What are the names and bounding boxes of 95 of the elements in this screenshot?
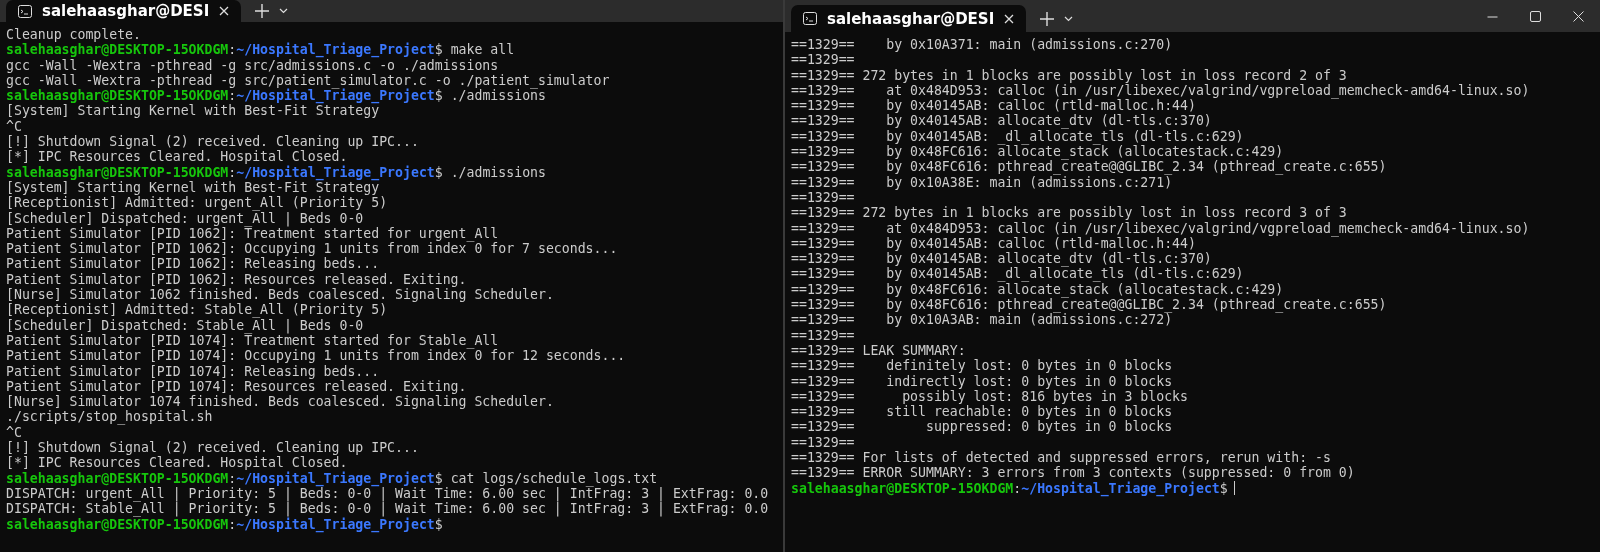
prompt-path: ~/Hospital_Triage_Project	[236, 88, 435, 104]
terminal-output-line: ==1329== by 0x40145AB: _dl_allocate_tls (dl-tls.c:629)	[791, 266, 1245, 282]
terminal-output-line: [Scheduler] Dispatched: Stable_All | Beds 0-0	[6, 317, 365, 333]
terminal-output-line: Patient Simulator [PID 1062]: Occupying 1 units from index 0 for 7 seconds...	[6, 241, 619, 257]
prompt-separator: :	[228, 516, 237, 532]
prompt-path: ~/Hospital_Triage_Project	[236, 42, 435, 58]
terminal-output-line: ==1329== For lists of detected and suppressed errors, rerun with: -s	[791, 450, 1332, 466]
terminal-output-line: ==1329== definitely lost: 0 bytes in 0 blocks	[791, 358, 1174, 374]
prompt-path: ~/Hospital_Triage_Project	[1021, 480, 1220, 496]
terminal-output-line: Patient Simulator [PID 1074]: Releasing beds...	[6, 363, 381, 379]
terminal-output-line: [Receptionist] Admitted: Stable_All (Priority 5)	[6, 302, 389, 318]
terminal-output-line: ==1329== by 0x10A371: main (admissions.c:270)	[791, 37, 1174, 53]
prompt-symbol: $	[434, 88, 443, 104]
terminal-icon	[803, 12, 817, 25]
prompt-separator: :	[228, 88, 237, 104]
terminal-output-line: [System] Starting Kernel with Best-Fit Strategy	[6, 103, 380, 119]
close-icon[interactable]	[1004, 13, 1015, 24]
terminal-output-line: ==1329== by 0x48FC616: pthread_create@@GLIBC_2.34 (pthread_create.c:655)	[791, 297, 1388, 313]
prompt-separator: :	[228, 470, 237, 486]
terminal-output-line: ==1329== ERROR SUMMARY: 3 errors from 3 contexts (suppressed: 0 from 0)	[791, 465, 1356, 481]
terminal-output-line: ==1329== suppressed: 0 bytes in 0 blocks	[791, 419, 1174, 435]
terminal-output-line: [Nurse] Simulator 1074 finished. Beds coalesced. Signaling Scheduler.	[6, 394, 555, 410]
terminal-output-line: [!] Shutdown Signal (2) received. Cleaning up IPC...	[6, 134, 420, 150]
tab-title: salehaasghar@DESI	[42, 2, 210, 20]
terminal-output-line: [Receptionist] Admitted: urgent_All (Priority 5)	[6, 195, 389, 211]
terminal-output-line: ==1329== by 0x40145AB: calloc (rtld-malloc.h:44)	[791, 98, 1196, 114]
close-icon[interactable]	[219, 6, 230, 16]
terminal-output-line: ==1329==	[791, 189, 856, 206]
prompt-separator: :	[228, 42, 237, 58]
terminal-output-line: ==1329== by 0x48FC616: allocate_stack (allocatestack.c:429)	[791, 281, 1285, 298]
terminal-output-line: Patient Simulator [PID 1074]: Occupying 1 units from index 0 for 12 seconds...	[6, 348, 627, 364]
command-text: ./admissions	[450, 88, 546, 104]
terminal-output-line: DISPATCH: Stable_All | Priority: 5 | Beds: 0-0 | Wait Time: 6.00 sec | IntFrag: 3 | ExtFrag: 0.0	[6, 501, 770, 517]
prompt-path: ~/Hospital_Triage_Project	[236, 470, 435, 486]
terminal-output-line: Patient Simulator [PID 1074]: Resources released. Exiting.	[6, 378, 468, 395]
terminal-output-line: ==1329==	[791, 434, 856, 450]
terminal-output-line: Patient Simulator [PID 1062]: Releasing beds...	[6, 256, 381, 272]
terminal-tab[interactable]: salehaasghar@DESI	[791, 5, 1027, 32]
command-text: cat logs/schedule_logs.txt	[450, 470, 658, 486]
terminal-output-line: ==1329== 272 bytes in 1 blocks are possibly lost in loss record 3 of 3	[791, 205, 1348, 221]
terminal-output-line: ==1329==	[791, 327, 856, 343]
terminal-tab[interactable]: salehaasghar@DESI	[6, 0, 242, 22]
terminal-output-line: ==1329== indirectly lost: 0 bytes in 0 blocks	[791, 373, 1174, 389]
prompt-user-host: salehaasghar@DESKTOP-15OKDGM	[791, 480, 1014, 496]
terminal-output-line: ==1329== by 0x48FC616: allocate_stack (allocatestack.c:429)	[791, 144, 1284, 160]
terminal-output-line: ==1329== by 0x10A3AB: main (admissions.c:272)	[791, 312, 1173, 328]
chevron-down-icon[interactable]	[1064, 15, 1074, 22]
terminal-output-line: [*] IPC Resources Cleared. Hospital Closed.	[6, 149, 349, 165]
prompt-symbol: $	[434, 42, 443, 58]
terminal-output-line: [!] Shutdown Signal (2) received. Cleaning up IPC...	[6, 440, 420, 456]
terminal-output-line: ==1329== by 0x40145AB: allocate_dtv (dl-tls.c:370)	[791, 251, 1212, 267]
prompt-symbol: $	[434, 164, 443, 180]
terminal-output-line: [Scheduler] Dispatched: urgent_All | Beds 0-0	[6, 210, 365, 226]
terminal-output-line: [Nurse] Simulator 1062 finished. Beds coalesced. Signaling Scheduler.	[6, 287, 555, 303]
terminal-output-line: ==1329== possibly lost: 816 bytes in 3 blocks	[791, 388, 1189, 405]
prompt-user-host: salehaasghar@DESKTOP-15OKDGM	[6, 164, 229, 180]
prompt-user-host: salehaasghar@DESKTOP-15OKDGM	[6, 42, 229, 58]
terminal-output-line: Cleanup complete.	[6, 27, 142, 43]
terminal-output-line: ==1329== still reachable: 0 bytes in 0 blocks	[791, 404, 1174, 420]
terminal-output-line: ==1329== by 0x10A38E: main (admissions.c:271)	[791, 174, 1173, 190]
terminal-output-line: ==1329== by 0x48FC616: pthread_create@@GLIBC_2.34 (pthread_create.c:655)	[791, 159, 1388, 175]
prompt-user-host: salehaasghar@DESKTOP-15OKDGM	[6, 470, 229, 486]
terminal-output-line: ==1329== LEAK SUMMARY:	[791, 342, 967, 359]
terminal-output-line: gcc -Wall -Wextra -pthread -g src/patient_simulator.c -o ./patient_simulator	[6, 72, 611, 89]
terminal-output-line: ==1329==	[791, 52, 856, 68]
prompt-separator: :	[228, 164, 237, 180]
chevron-down-icon[interactable]	[279, 8, 289, 14]
terminal-output-line: ==1329== by 0x40145AB: _dl_allocate_tls (dl-tls.c:629)	[791, 128, 1245, 145]
terminal-output-line: ==1329== by 0x40145AB: allocate_dtv (dl-tls.c:370)	[791, 113, 1213, 129]
terminal-output-line: Patient Simulator [PID 1062]: Resources released. Exiting.	[6, 271, 468, 288]
terminal-output-line: ^C	[6, 424, 22, 440]
prompt-path: ~/Hospital_Triage_Project	[236, 516, 435, 532]
prompt-symbol: $	[1219, 480, 1228, 496]
plus-icon[interactable]	[1040, 11, 1055, 26]
prompt-path: ~/Hospital_Triage_Project	[236, 164, 435, 180]
command-text: make all	[450, 42, 515, 58]
prompt-user-host: salehaasghar@DESKTOP-15OKDGM	[6, 88, 229, 104]
terminal-icon	[18, 4, 32, 18]
terminal-output-line: gcc -Wall -Wextra -pthread -g src/admissions.c -o ./admissions	[6, 57, 500, 73]
terminal-output-line: ./scripts/stop_hospital.sh	[6, 409, 214, 425]
prompt-symbol: $	[434, 470, 443, 486]
plus-icon[interactable]	[255, 4, 270, 18]
close-icon[interactable]	[1573, 10, 1584, 22]
terminal-output-line: ==1329== at 0x484D953: calloc (in /usr/libexec/valgrind/vgpreload_memcheck-amd64-linux.so)	[791, 82, 1531, 99]
terminal-output-line: ^C	[6, 118, 23, 135]
terminal-output-line: ==1329== by 0x40145AB: calloc (rtld-malloc.h:44)	[791, 235, 1196, 252]
prompt-user-host: salehaasghar@DESKTOP-15OKDGM	[6, 516, 229, 532]
tab-title: salehaasghar@DESI	[827, 9, 995, 28]
prompt-separator: :	[1013, 480, 1022, 496]
command-text: ./admissions	[450, 164, 546, 180]
maximize-icon[interactable]	[1530, 10, 1541, 22]
terminal-output-line: ==1329== 272 bytes in 1 blocks are possibly lost in loss record 2 of 3	[791, 67, 1348, 83]
terminal-output-line: ==1329== at 0x484D953: calloc (in /usr/libexec/valgrind/vgpreload_memcheck-amd64-linux.so)	[791, 220, 1531, 236]
terminal-output-line: [*] IPC Resources Cleared. Hospital Closed.	[6, 455, 349, 471]
prompt-symbol: $	[434, 516, 443, 532]
